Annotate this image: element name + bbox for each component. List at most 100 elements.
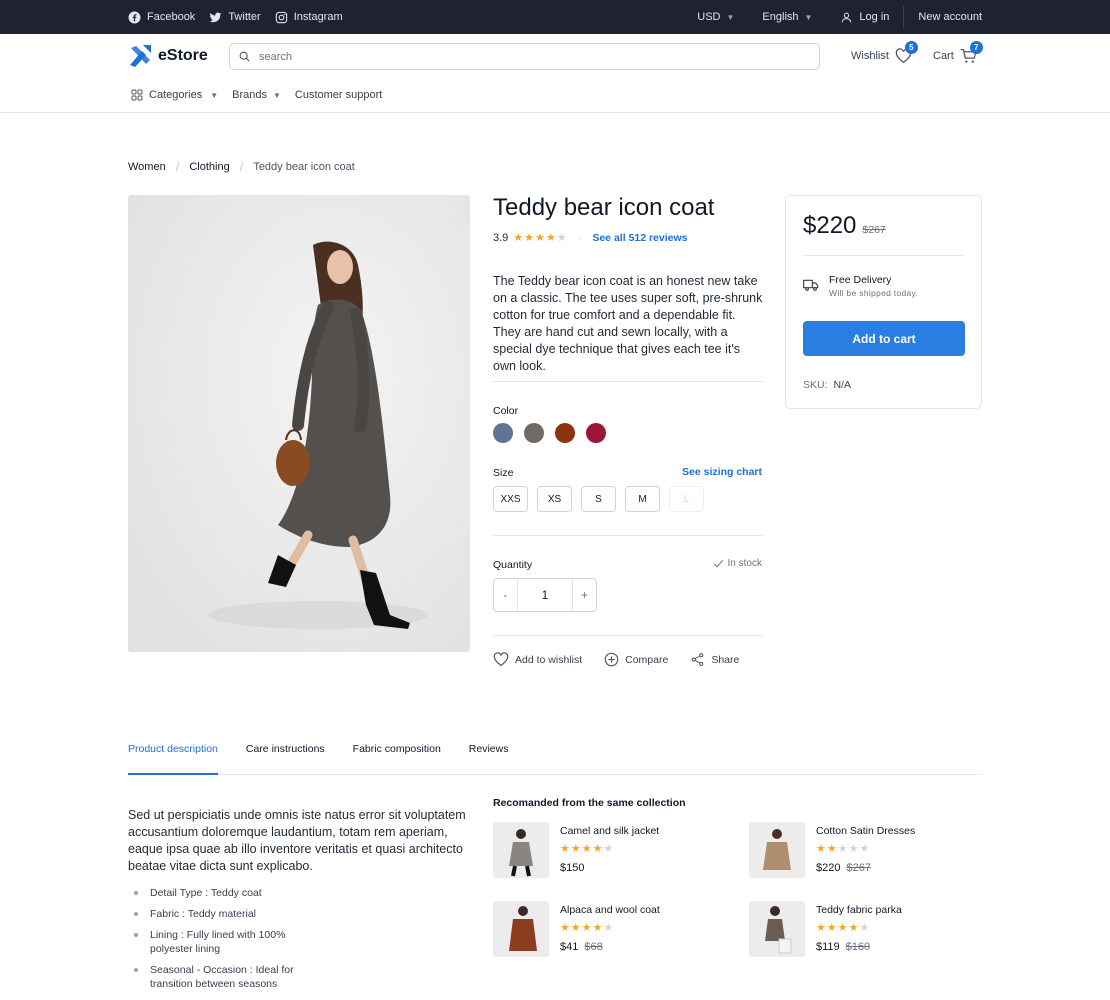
quantity-decrease-button[interactable]: - xyxy=(494,579,517,611)
breadcrumb: Women / Clothing / Teddy bear icon coat xyxy=(128,159,355,174)
color-swatch-2[interactable] xyxy=(524,423,544,443)
facebook-link[interactable]: Facebook xyxy=(128,11,195,24)
current-price: $220 xyxy=(803,212,857,239)
main-nav: Categories ▼ Brands ▼ Customer support xyxy=(0,80,1110,113)
color-swatches xyxy=(493,423,606,443)
star-empty-icon: ★ xyxy=(859,922,870,934)
top-bar: Facebook Twitter Instagram USD ▼ English… xyxy=(0,0,1110,34)
quantity-value[interactable]: 1 xyxy=(517,579,573,611)
login-label: Log in xyxy=(859,11,890,23)
tab-fabric-composition[interactable]: Fabric composition xyxy=(353,742,441,775)
user-icon xyxy=(842,12,852,22)
star-filled-icon: ★ xyxy=(581,843,592,855)
recommended-stars: ★ ★ ★ ★ ★ xyxy=(560,844,613,855)
twitter-link[interactable]: Twitter xyxy=(209,11,261,24)
size-option-xxs[interactable]: XXS xyxy=(493,486,528,512)
delivery-subtitle: Will be shipped today. xyxy=(829,288,919,298)
rating-value: 3.9 xyxy=(493,232,509,244)
tab-reviews[interactable]: Reviews xyxy=(469,742,509,775)
logo-icon xyxy=(130,45,151,67)
language-select[interactable]: English ▼ xyxy=(748,0,826,34)
sizing-chart-link[interactable]: See sizing chart xyxy=(680,466,762,478)
add-to-wishlist-label: Add to wishlist xyxy=(515,653,583,666)
nav-brands[interactable]: Brands ▼ xyxy=(232,89,281,101)
chevron-down-icon: ▼ xyxy=(804,12,813,22)
currency-select[interactable]: USD ▼ xyxy=(683,0,748,34)
feature-item: Detail Type : Teddy coat xyxy=(128,886,298,900)
recommended-title: Recomanded from the same collection xyxy=(493,797,686,809)
recommended-price: $41 $68 xyxy=(560,941,603,953)
add-to-wishlist-button[interactable]: Add to wishlist xyxy=(493,652,582,667)
nav-support[interactable]: Customer support xyxy=(295,89,382,101)
new-account-link[interactable]: New account xyxy=(904,0,982,34)
color-swatch-4[interactable] xyxy=(586,423,606,443)
check-icon xyxy=(713,559,723,568)
star-empty-icon: ★ xyxy=(848,843,859,855)
star-empty-icon: ★ xyxy=(556,231,567,244)
price-current: $150 xyxy=(560,862,585,874)
star-filled-icon: ★ xyxy=(848,922,859,934)
color-swatch-1[interactable] xyxy=(493,423,513,443)
nav-support-label: Customer support xyxy=(294,89,383,101)
facebook-label: Facebook xyxy=(147,11,196,23)
login-link[interactable]: Log in xyxy=(826,0,903,34)
star-filled-icon: ★ xyxy=(816,843,826,855)
cart-count-badge: 7 xyxy=(969,41,983,54)
price-current: $119 xyxy=(816,941,840,953)
recommended-stars: ★ ★ ★ ★ ★ xyxy=(560,923,613,934)
plus-circle-icon xyxy=(604,652,619,667)
size-option-s[interactable]: S xyxy=(581,486,616,512)
wishlist-icon-wrap: 5 xyxy=(895,41,918,64)
delivery-info: Free Delivery Will be shipped today. xyxy=(803,274,918,298)
price-block: $220 $267 xyxy=(803,212,886,240)
breadcrumb-item-clothing[interactable]: Clothing xyxy=(189,161,229,173)
quantity-increase-button[interactable]: + xyxy=(573,579,596,611)
product-title: Teddy bear icon coat xyxy=(493,194,715,221)
star-filled-icon: ★ xyxy=(816,922,826,934)
social-links: Facebook Twitter Instagram xyxy=(128,0,343,34)
reviews-link[interactable]: See all 512 reviews xyxy=(592,232,687,244)
chevron-down-icon: ▼ xyxy=(726,12,735,22)
grid-icon xyxy=(131,89,143,101)
share-button[interactable]: Share xyxy=(690,652,739,667)
breadcrumb-item-women[interactable]: Women xyxy=(128,161,166,173)
size-option-xs[interactable]: XS xyxy=(537,486,572,512)
wishlist-link[interactable]: Wishlist 5 xyxy=(851,41,918,64)
recommended-name: Cotton Satin Dresses xyxy=(816,825,916,837)
search-bar[interactable] xyxy=(229,43,820,70)
star-filled-icon: ★ xyxy=(592,922,603,934)
star-empty-icon: ★ xyxy=(603,922,614,934)
feature-item: Lining : Fully lined with 100% polyester… xyxy=(128,928,298,956)
compare-button[interactable]: Compare xyxy=(604,652,668,667)
recommended-name: Alpaca and wool coat xyxy=(560,904,660,916)
truck-icon xyxy=(803,279,819,291)
share-icon xyxy=(692,653,704,666)
price-old: $68 xyxy=(584,941,603,953)
recommended-item[interactable]: Cotton Satin Dresses ★ ★ ★ ★ ★ $220 $267 xyxy=(749,822,979,879)
recommended-item[interactable]: Alpaca and wool coat ★ ★ ★ ★ ★ $41 $68 xyxy=(493,901,723,958)
recommended-item[interactable]: Teddy fabric parka ★ ★ ★ ★ ★ $119 $160 xyxy=(749,901,979,958)
price-current: $220 xyxy=(816,862,841,874)
divider xyxy=(803,255,964,256)
search-input[interactable] xyxy=(259,50,799,63)
star-empty-icon: ★ xyxy=(603,843,614,855)
recommended-name: Camel and silk jacket xyxy=(560,825,660,837)
instagram-link[interactable]: Instagram xyxy=(275,11,343,24)
logo[interactable]: eStore xyxy=(128,44,208,68)
product-thumbnail xyxy=(749,822,805,878)
product-image[interactable] xyxy=(128,195,470,652)
recommended-item[interactable]: Camel and silk jacket ★ ★ ★ ★ ★ $150 xyxy=(493,822,723,879)
size-option-m[interactable]: M xyxy=(625,486,660,512)
purchase-card: $220 $267 Free Delivery Will be shipped … xyxy=(785,195,982,409)
product-description: The Teddy bear icon coat is an honest ne… xyxy=(493,274,763,373)
feature-item: Seasonal - Occasion : Ideal for transiti… xyxy=(128,963,298,991)
cart-link[interactable]: Cart 7 xyxy=(933,41,983,64)
tab-product-description[interactable]: Product description xyxy=(128,742,218,775)
sku-info: SKU: N/A xyxy=(803,379,851,391)
nav-categories[interactable]: Categories ▼ xyxy=(131,89,218,101)
add-to-cart-button[interactable]: Add to cart xyxy=(803,321,965,356)
tab-care-instructions[interactable]: Care instructions xyxy=(246,742,325,775)
star-filled-icon: ★ xyxy=(826,843,837,855)
color-swatch-3[interactable] xyxy=(555,423,575,443)
star-empty-icon: ★ xyxy=(837,843,848,855)
